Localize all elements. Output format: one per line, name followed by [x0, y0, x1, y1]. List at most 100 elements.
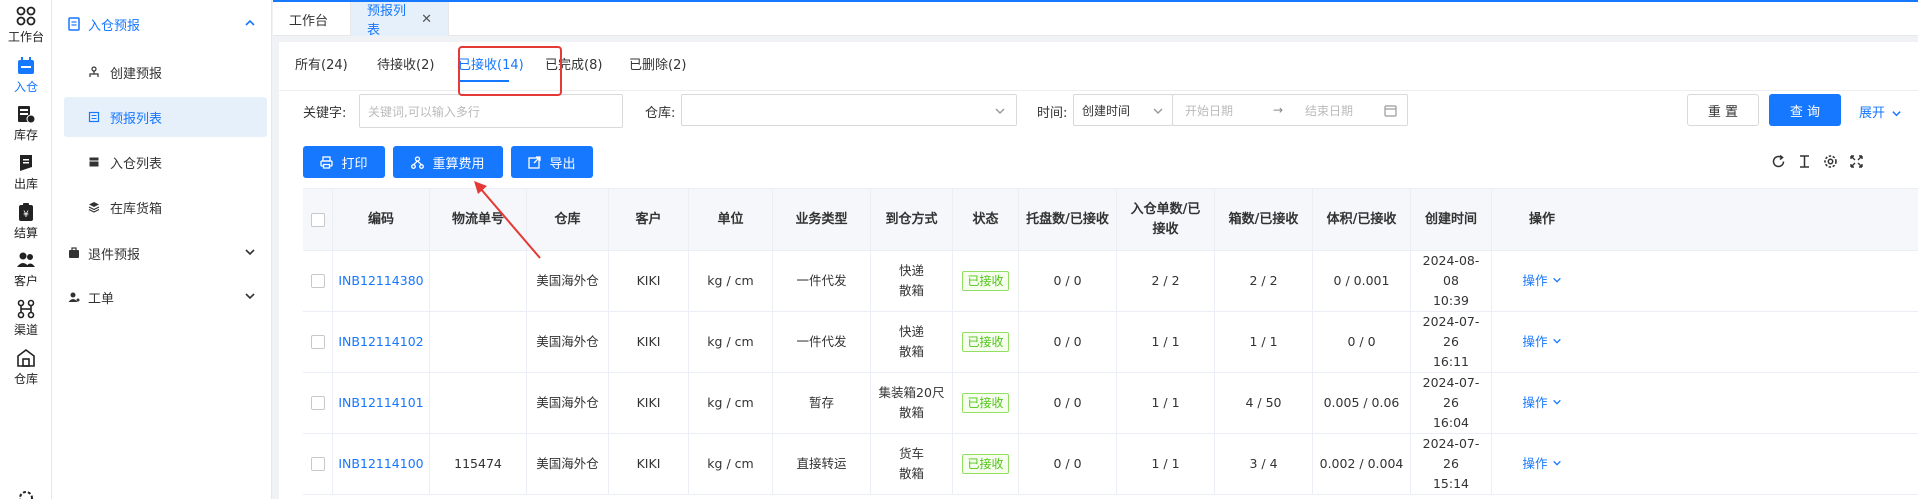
channel-icon	[17, 299, 35, 319]
query-button[interactable]: 查 询	[1769, 94, 1841, 126]
created-date: 2024-08-08	[1422, 253, 1480, 288]
close-icon[interactable]: ✕	[421, 12, 432, 27]
cell-unit: kg / cm	[689, 434, 773, 494]
row-checkbox[interactable]	[310, 274, 325, 288]
cell-pallets: 0 / 0	[1019, 251, 1117, 311]
cell-boxes: 2 / 2	[1215, 251, 1313, 311]
print-button[interactable]: 打印	[303, 146, 385, 178]
cell-volume: 0.002 / 0.004	[1313, 434, 1411, 494]
customer-icon	[17, 252, 35, 267]
row-checkbox[interactable]	[310, 335, 325, 349]
user-gear-icon	[68, 292, 80, 302]
rail-item-more[interactable]	[0, 488, 52, 499]
cell-unit: kg / cm	[689, 312, 773, 372]
header-business-type: 业务类型	[773, 189, 871, 250]
keyword-placeholder: 关键词,可以输入多行	[368, 105, 480, 119]
cell-status: 已接收	[953, 373, 1019, 433]
row-checkbox[interactable]	[310, 396, 325, 410]
recalculate-fees-button[interactable]: 重算费用	[393, 146, 503, 178]
tab-workbench[interactable]: 工作台	[273, 2, 351, 36]
nav-group-inbound-forecast[interactable]: 入仓预报	[52, 4, 272, 44]
nav-group-label: 入仓预报	[88, 18, 141, 34]
refresh-icon[interactable]	[1771, 154, 1786, 169]
tab-label: 工作台	[289, 13, 329, 29]
fullscreen-icon[interactable]	[1849, 154, 1864, 169]
table-row: INB12114100 115474 美国海外仓 KIKI kg / cm 直接…	[303, 434, 1918, 495]
created-date: 2024-07-26	[1422, 436, 1480, 471]
code-link[interactable]: INB12114102	[338, 332, 423, 352]
expand-label: 展开	[1859, 106, 1886, 121]
header-tracking: 物流单号	[430, 189, 527, 250]
date-range-picker[interactable]: 开始日期 → 结束日期	[1172, 94, 1408, 126]
cell-created-time: 2024-07-26 16:04	[1411, 373, 1492, 433]
status-tab-pending[interactable]: 待接收(2)	[377, 54, 434, 73]
cell-volume: 0 / 0.001	[1313, 251, 1411, 311]
header-customer: 客户	[609, 189, 689, 250]
cell-boxes: 1 / 1	[1215, 312, 1313, 372]
start-date-placeholder: 开始日期	[1185, 103, 1234, 118]
code-link[interactable]: INB12114100	[338, 454, 423, 474]
recalculate-fees-label: 重算费用	[432, 156, 485, 172]
nav-group-label: 工单	[88, 291, 115, 307]
row-checkbox[interactable]	[310, 457, 325, 471]
text-height-icon[interactable]	[1797, 154, 1812, 169]
cell-status: 已接收	[953, 312, 1019, 372]
nav-item-create-forecast[interactable]: 创建预报	[64, 52, 267, 92]
status-tab-all[interactable]: 所有(24)	[295, 54, 348, 73]
warehouse-select[interactable]	[681, 94, 1017, 126]
rail-label: 库存	[13, 128, 38, 142]
rail-item-outbound[interactable]: 出库	[0, 153, 52, 192]
rail-item-customer[interactable]: 客户	[0, 250, 52, 289]
time-label: 时间:	[1037, 106, 1068, 121]
rail-item-settlement[interactable]: ¥ 结算	[0, 202, 52, 241]
inbound-icon	[18, 57, 34, 74]
cell-code: INB12114100	[333, 434, 430, 494]
nav-item-inbound-list[interactable]: 入仓列表	[64, 142, 267, 182]
cell-warehouse: 美国海外仓	[527, 434, 609, 494]
settlement-icon: ¥	[19, 203, 33, 221]
status-tab-deleted[interactable]: 已删除(2)	[629, 54, 686, 73]
row-select-cell	[303, 312, 333, 372]
cell-code: INB12114380	[333, 251, 430, 311]
rail-item-inbound[interactable]: 入仓	[0, 56, 52, 95]
nav-item-in-stock-boxes[interactable]: 在库货箱	[64, 187, 267, 227]
gear-icon[interactable]	[1823, 154, 1838, 169]
arrival-mode: 快递	[898, 324, 924, 339]
code-link[interactable]: INB12114101	[338, 393, 423, 413]
workbench-icon	[16, 6, 36, 26]
layers-icon	[88, 202, 100, 213]
header-code: 编码	[333, 189, 430, 250]
rail-item-channel[interactable]: 渠道	[0, 299, 52, 338]
rail-item-workbench[interactable]: 工作台	[0, 6, 52, 45]
cell-unit: kg / cm	[689, 251, 773, 311]
reset-button[interactable]: 重 置	[1687, 94, 1759, 126]
cell-business-type: 一件代发	[773, 312, 871, 372]
tab-forecast-list[interactable]: 预报列表 ✕	[351, 2, 449, 38]
nav-group-return-forecast[interactable]: 退件预报	[52, 233, 272, 273]
list-icon	[88, 111, 100, 123]
export-button[interactable]: 导出	[511, 146, 593, 178]
expand-toggle[interactable]: 展开	[1859, 102, 1902, 121]
table-row: INB12114102 美国海外仓 KIKI kg / cm 一件代发 快递 散箱…	[303, 312, 1918, 373]
status-badge: 已接收	[962, 332, 1009, 352]
annotation-highlight-box	[458, 46, 562, 96]
row-action-dropdown[interactable]: 操作	[1523, 393, 1562, 413]
time-type-select[interactable]: 创建时间	[1073, 94, 1173, 126]
row-action-dropdown[interactable]: 操作	[1523, 271, 1562, 291]
cell-customer: KIKI	[609, 434, 689, 494]
code-link[interactable]: INB12114380	[338, 271, 423, 291]
header-actions: 操作	[1528, 211, 1555, 227]
nav-item-forecast-list[interactable]: 预报列表	[64, 97, 267, 137]
row-action-dropdown[interactable]: 操作	[1523, 454, 1562, 474]
header-unit: 单位	[689, 189, 773, 250]
created-clock: 16:04	[1432, 415, 1470, 430]
rail-item-inventory[interactable]: 库存	[0, 104, 52, 143]
rail-item-warehouse[interactable]: 仓库	[0, 348, 52, 387]
created-clock: 10:39	[1432, 293, 1470, 308]
header-created-time: 创建时间	[1411, 189, 1492, 250]
select-all-checkbox[interactable]	[310, 212, 325, 227]
header-warehouse: 仓库	[527, 189, 609, 250]
row-action-dropdown[interactable]: 操作	[1523, 332, 1562, 352]
nav-group-ticket[interactable]: 工单	[52, 277, 272, 317]
keyword-input[interactable]: 关键词,可以输入多行	[359, 94, 623, 128]
